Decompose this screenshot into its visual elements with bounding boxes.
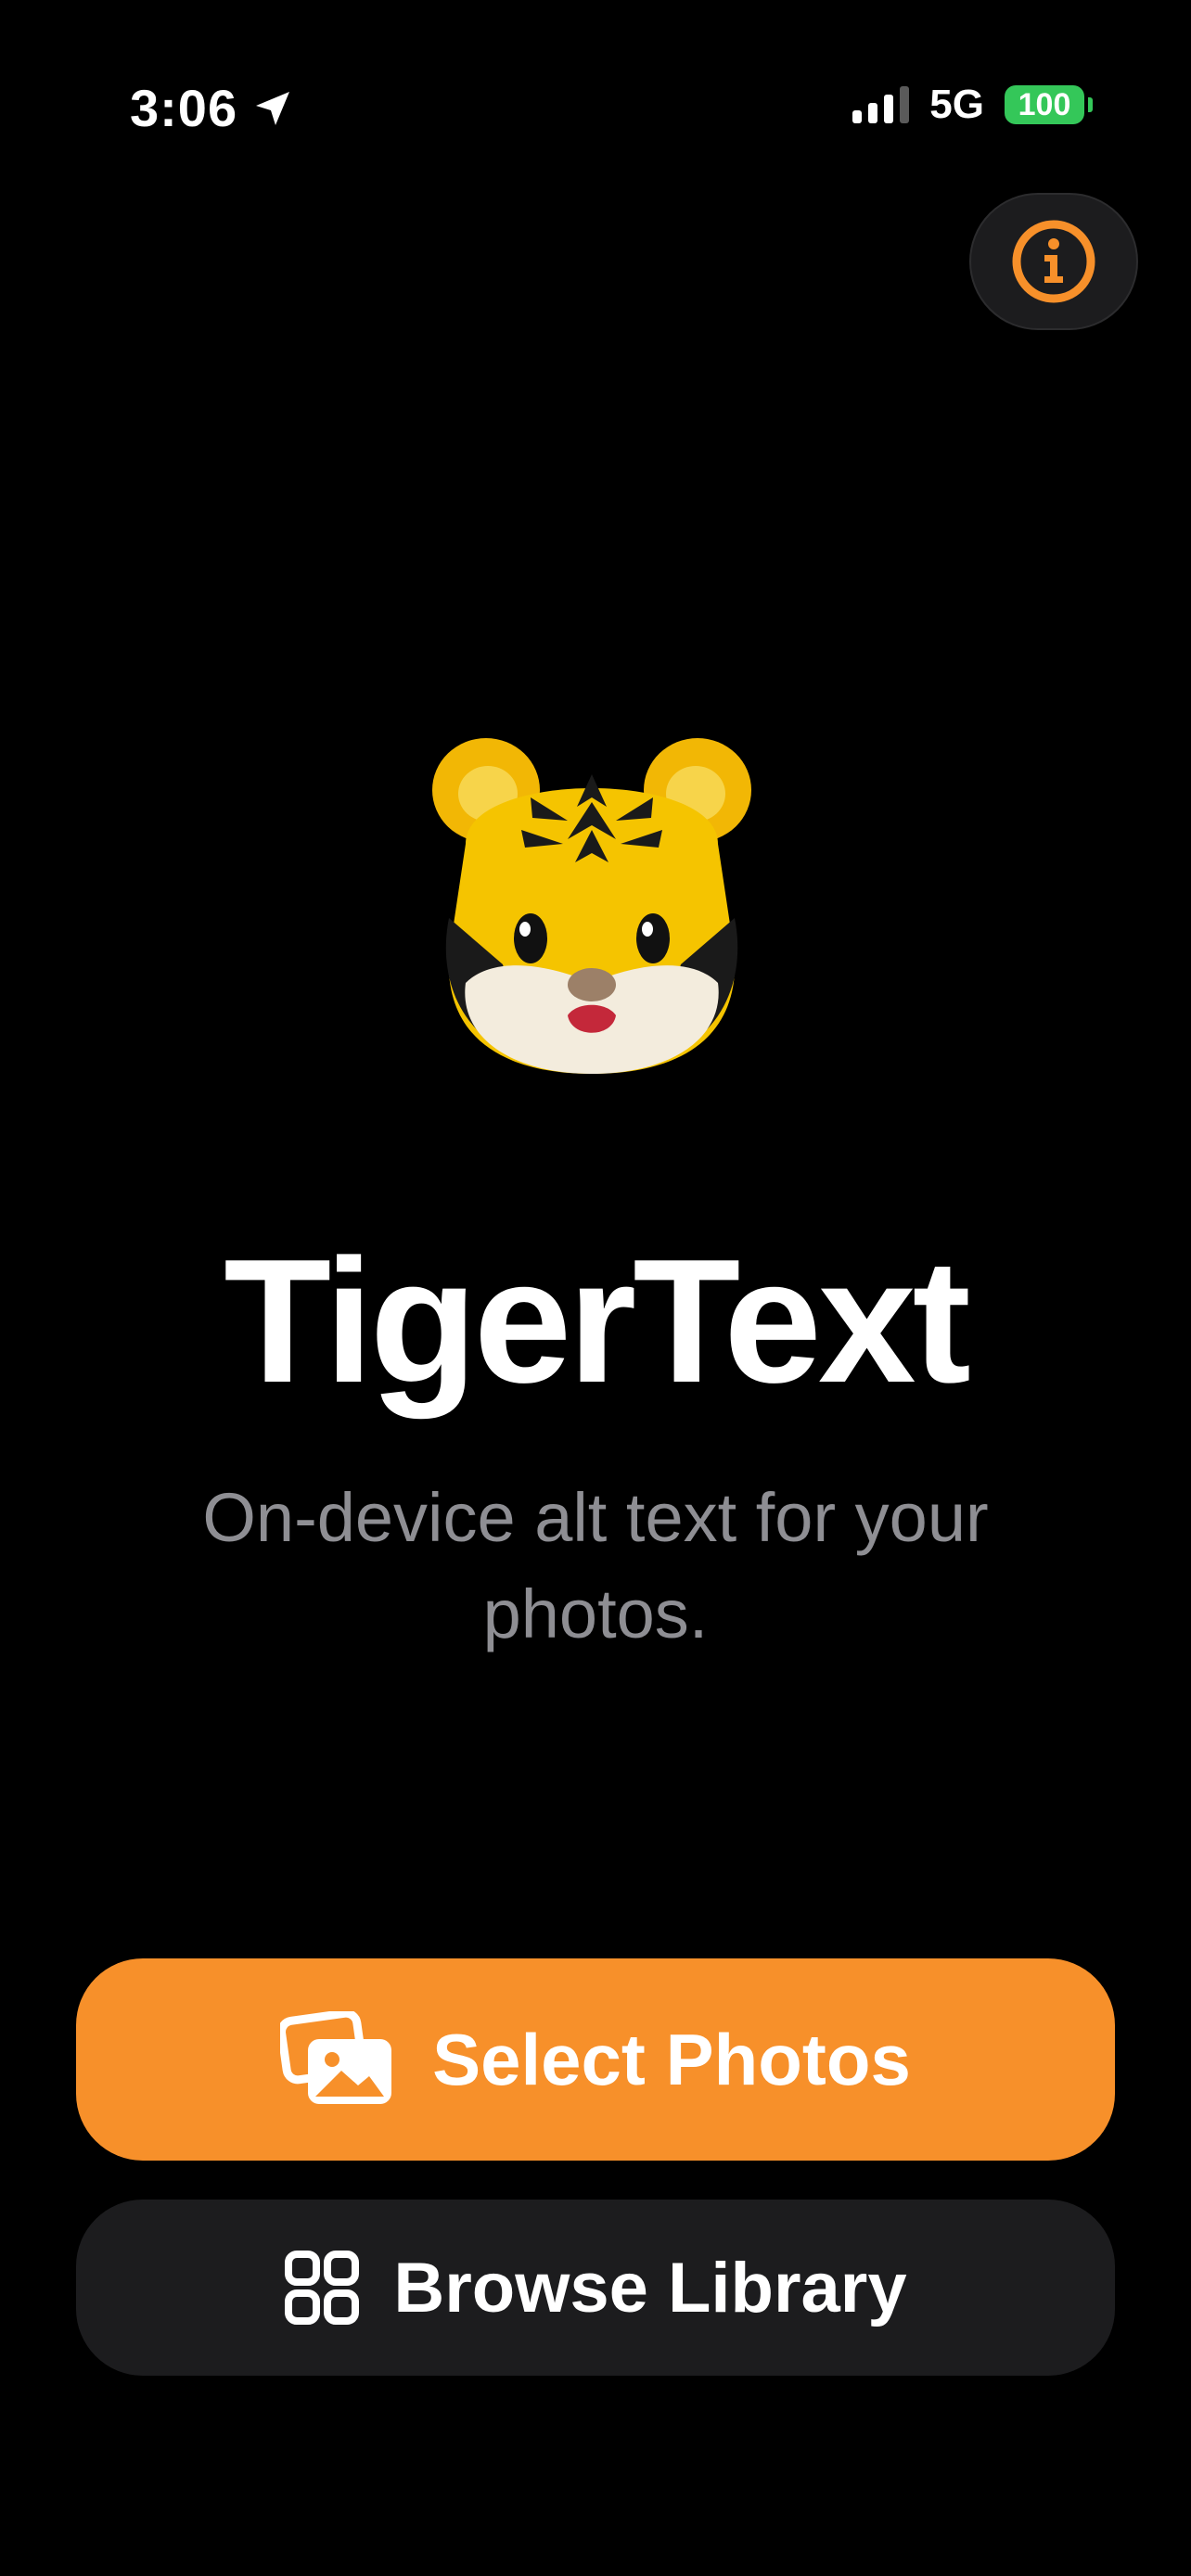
status-time-group: 3:06 — [130, 78, 295, 138]
status-indicators: 5G 100 — [852, 82, 1093, 128]
select-photos-button[interactable]: Select Photos — [76, 1958, 1115, 2161]
app-subtitle: On-device alt text for your photos. — [202, 1479, 989, 1652]
status-bar: 3:06 5G 100 — [0, 0, 1191, 158]
location-arrow-icon — [256, 91, 290, 125]
browse-library-label: Browse Library — [393, 2248, 907, 2327]
battery-icon: 100 — [1005, 85, 1093, 124]
select-photos-label: Select Photos — [432, 2018, 911, 2100]
tiger-face-emoji — [432, 738, 751, 1074]
photo-stack-icon — [280, 2011, 392, 2104]
browse-library-button[interactable]: Browse Library — [76, 2200, 1115, 2376]
info-circle-icon — [1012, 220, 1095, 303]
battery-nub — [1088, 97, 1093, 112]
network-type: 5G — [929, 82, 984, 127]
home-screen: 3:06 5G 100 TigerText On-device alt text… — [0, 0, 1191, 2576]
info-button[interactable] — [969, 193, 1138, 330]
status-time: 3:06 — [130, 79, 238, 137]
grid-icon — [285, 2251, 360, 2325]
battery-level: 100 — [1005, 85, 1084, 124]
app-title: TigerText — [224, 1223, 971, 1420]
cellular-signal-icon — [852, 86, 910, 123]
